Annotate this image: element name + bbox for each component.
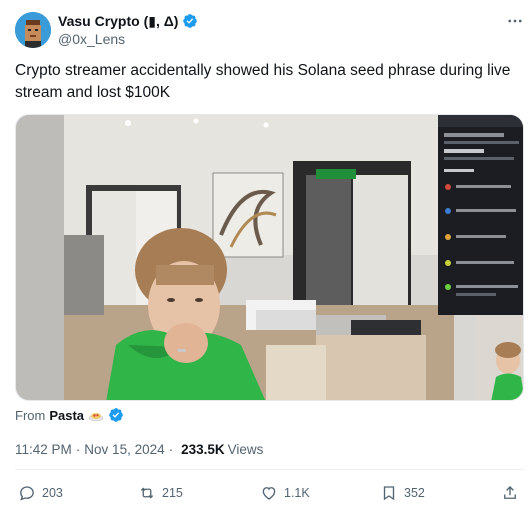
bookmark-button[interactable]: 352 bbox=[380, 482, 425, 504]
divider bbox=[15, 469, 524, 470]
meta-separator: · bbox=[75, 441, 81, 457]
tweet-time[interactable]: 11:42 PM bbox=[15, 442, 72, 457]
verified-badge-icon bbox=[183, 14, 198, 28]
source-verified-badge-icon bbox=[109, 408, 123, 422]
avatar[interactable] bbox=[15, 12, 51, 48]
author-display-name[interactable]: Vasu Crypto (▮, Δ) bbox=[58, 13, 178, 30]
reply-count: 203 bbox=[42, 486, 63, 500]
meta-separator-2: · bbox=[168, 441, 174, 457]
repost-count: 215 bbox=[162, 486, 183, 500]
author-name-row[interactable]: Vasu Crypto (▮, Δ) bbox=[58, 12, 198, 30]
tweet-meta: 11:42 PM · Nov 15, 2024 · 233.5K Views bbox=[15, 440, 263, 458]
heart-icon bbox=[262, 487, 276, 500]
video-frame bbox=[16, 115, 523, 400]
share-button[interactable] bbox=[501, 482, 525, 504]
pasta-emoji-icon bbox=[88, 413, 104, 422]
reply-button[interactable]: 203 bbox=[18, 482, 63, 504]
like-count: 1.1K bbox=[284, 486, 310, 500]
bookmark-icon bbox=[383, 486, 395, 501]
action-bar: 203 215 1.1K 352 bbox=[18, 482, 523, 504]
author-handle[interactable]: @0x_Lens bbox=[58, 31, 125, 47]
tweet-date[interactable]: Nov 15, 2024 bbox=[84, 442, 164, 457]
repost-button[interactable]: 215 bbox=[138, 482, 183, 504]
bookmark-count: 352 bbox=[404, 486, 425, 500]
reply-icon bbox=[20, 486, 34, 501]
views-label: Views bbox=[227, 441, 264, 457]
share-icon bbox=[504, 486, 516, 499]
tweet-video[interactable] bbox=[15, 114, 524, 401]
more-options-icon[interactable] bbox=[505, 12, 525, 30]
source-name-link[interactable]: Pasta bbox=[49, 408, 84, 423]
repost-icon bbox=[140, 487, 154, 499]
tweet-text: Crypto streamer accidentally showed his … bbox=[15, 62, 511, 101]
views-count: 233.5K bbox=[181, 441, 225, 457]
like-button[interactable]: 1.1K bbox=[260, 482, 310, 504]
from-label: From bbox=[15, 407, 46, 423]
source-attribution: From Pasta bbox=[15, 405, 124, 425]
tweet-header: Vasu Crypto (▮, Δ) @0x_Lens bbox=[15, 12, 525, 48]
